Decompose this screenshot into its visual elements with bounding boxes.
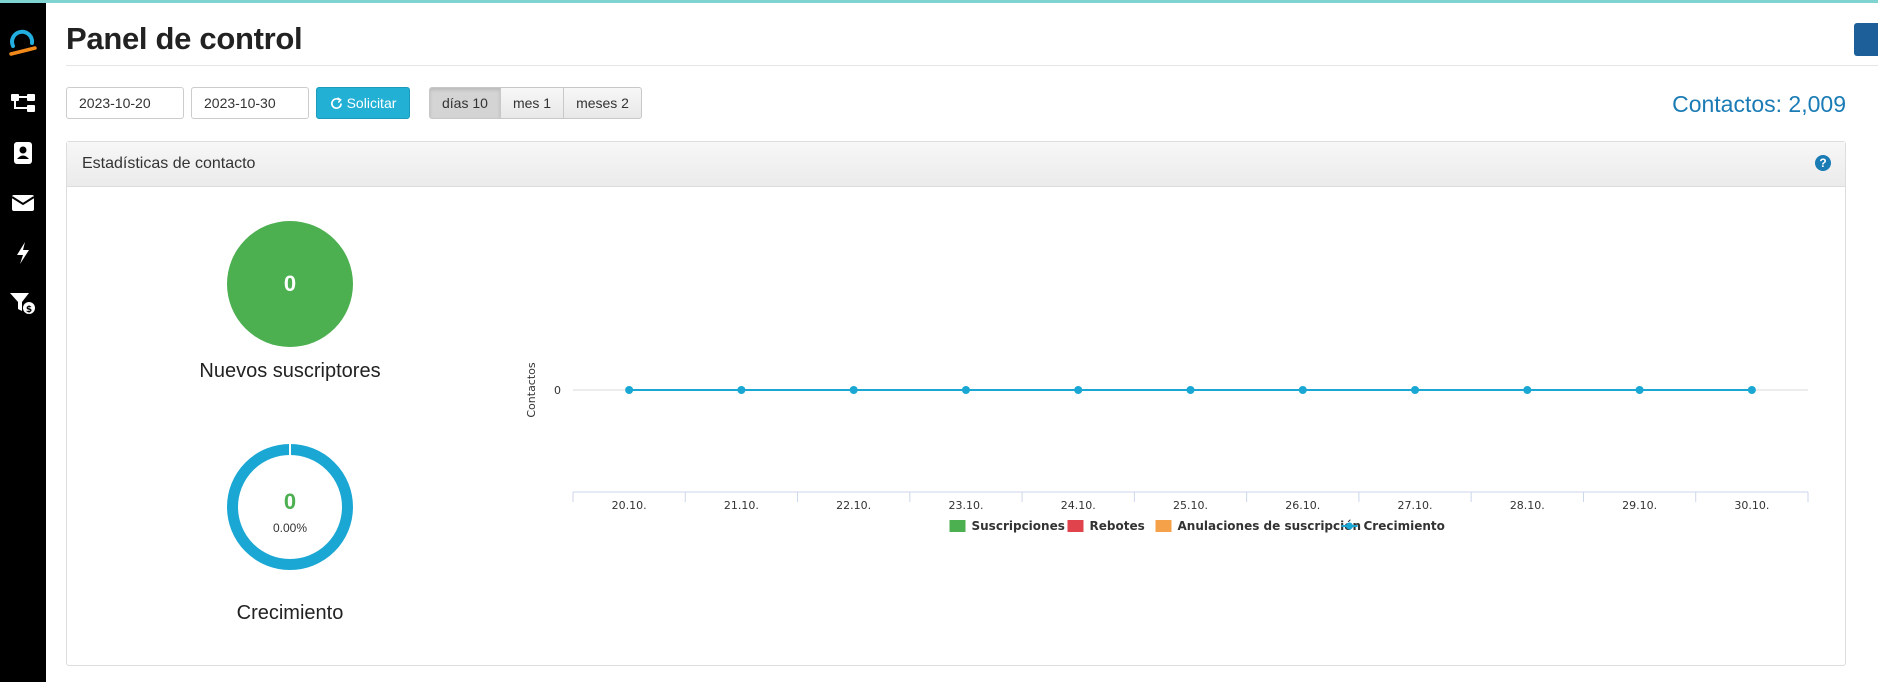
growth-point bbox=[1074, 386, 1083, 394]
growth-point bbox=[1411, 386, 1420, 394]
logo-icon[interactable] bbox=[0, 23, 46, 63]
envelope-icon[interactable] bbox=[0, 183, 46, 223]
range-days-10-button[interactable]: días 10 bbox=[429, 87, 501, 119]
new-subscribers-value: 0 bbox=[283, 271, 297, 296]
panel-title: Estadísticas de contacto bbox=[82, 155, 256, 172]
bolt-icon[interactable] bbox=[0, 233, 46, 273]
legend-label: Crecimiento bbox=[1364, 519, 1445, 533]
sitemap-icon[interactable] bbox=[0, 83, 46, 123]
svg-text:$: $ bbox=[26, 305, 32, 315]
legend-swatch bbox=[1155, 520, 1172, 532]
range-month-1-button[interactable]: mes 1 bbox=[499, 87, 565, 119]
x-tick-label: 25.10. bbox=[1173, 499, 1208, 512]
growth-point bbox=[961, 386, 970, 394]
legend-swatch bbox=[949, 520, 966, 532]
growth-value: 0 bbox=[283, 489, 297, 514]
x-tick-label: 23.10. bbox=[948, 499, 983, 512]
x-tick-label: 21.10. bbox=[724, 499, 759, 512]
x-tick-label: 22.10. bbox=[836, 499, 871, 512]
x-tick-label: 30.10. bbox=[1734, 499, 1769, 512]
growth-point bbox=[1747, 386, 1756, 394]
y-axis-label: Contactos bbox=[527, 362, 538, 418]
legend-label: Rebotes bbox=[1090, 519, 1145, 533]
main-content: Panel de control Solicitar días 10 mes 1… bbox=[46, 3, 1878, 682]
growth-percent: 0.00% bbox=[272, 521, 308, 535]
request-button[interactable]: Solicitar bbox=[316, 87, 410, 119]
new-subscribers-circle: 0 bbox=[227, 221, 353, 347]
funnel-dollar-icon[interactable]: $ bbox=[0, 283, 46, 323]
sidebar: $ bbox=[0, 3, 46, 682]
x-tick-label: 20.10. bbox=[612, 499, 647, 512]
growth-ring-marker bbox=[289, 444, 291, 455]
x-tick-label: 29.10. bbox=[1622, 499, 1657, 512]
growth-point bbox=[1635, 386, 1644, 394]
contacts-chart: Contactos 0 20.10. 21.10. 22.10. 23.10. 24.10.… bbox=[527, 362, 1809, 533]
contacts-total: Contactos: 2,009 bbox=[1672, 91, 1846, 117]
date-to-input[interactable] bbox=[191, 87, 309, 119]
growth-point bbox=[1523, 386, 1532, 394]
legend-swatch bbox=[1067, 520, 1084, 532]
growth-label: Crecimiento bbox=[236, 602, 344, 624]
growth-ring: 0 0.00% bbox=[227, 444, 353, 570]
x-tick-label: 27.10. bbox=[1398, 499, 1433, 512]
help-icon[interactable]: ? bbox=[1815, 155, 1831, 171]
growth-point bbox=[1186, 386, 1195, 394]
x-tick-label: 26.10. bbox=[1285, 499, 1320, 512]
y-tick-label: 0 bbox=[554, 384, 561, 397]
range-button-group: días 10 mes 1 meses 2 bbox=[429, 87, 642, 119]
growth-point bbox=[737, 386, 746, 394]
growth-point bbox=[1298, 386, 1307, 394]
legend-label: Suscripciones bbox=[972, 519, 1065, 533]
new-subscribers-label: Nuevos suscriptores bbox=[199, 360, 381, 382]
legend-label: Anulaciones de suscripción bbox=[1178, 519, 1362, 533]
x-tick-label: 28.10. bbox=[1510, 499, 1545, 512]
corner-button[interactable] bbox=[1854, 23, 1878, 56]
panel-heading: Estadísticas de contacto ? bbox=[67, 142, 1845, 187]
range-months-2-button[interactable]: meses 2 bbox=[563, 87, 642, 119]
legend-point-symbol bbox=[1346, 522, 1353, 530]
growth-point bbox=[849, 386, 858, 394]
contact-stats-panel: Estadísticas de contacto ? 0 Nuevos susc… bbox=[66, 141, 1846, 666]
contacts-book-icon[interactable] bbox=[0, 133, 46, 173]
title-divider bbox=[66, 65, 1878, 66]
refresh-icon bbox=[330, 96, 342, 109]
growth-point bbox=[625, 386, 634, 394]
x-tick-label: 24.10. bbox=[1061, 499, 1096, 512]
date-from-input[interactable] bbox=[66, 87, 184, 119]
page-title: Panel de control bbox=[66, 21, 303, 56]
request-button-label: Solicitar bbox=[346, 95, 397, 111]
